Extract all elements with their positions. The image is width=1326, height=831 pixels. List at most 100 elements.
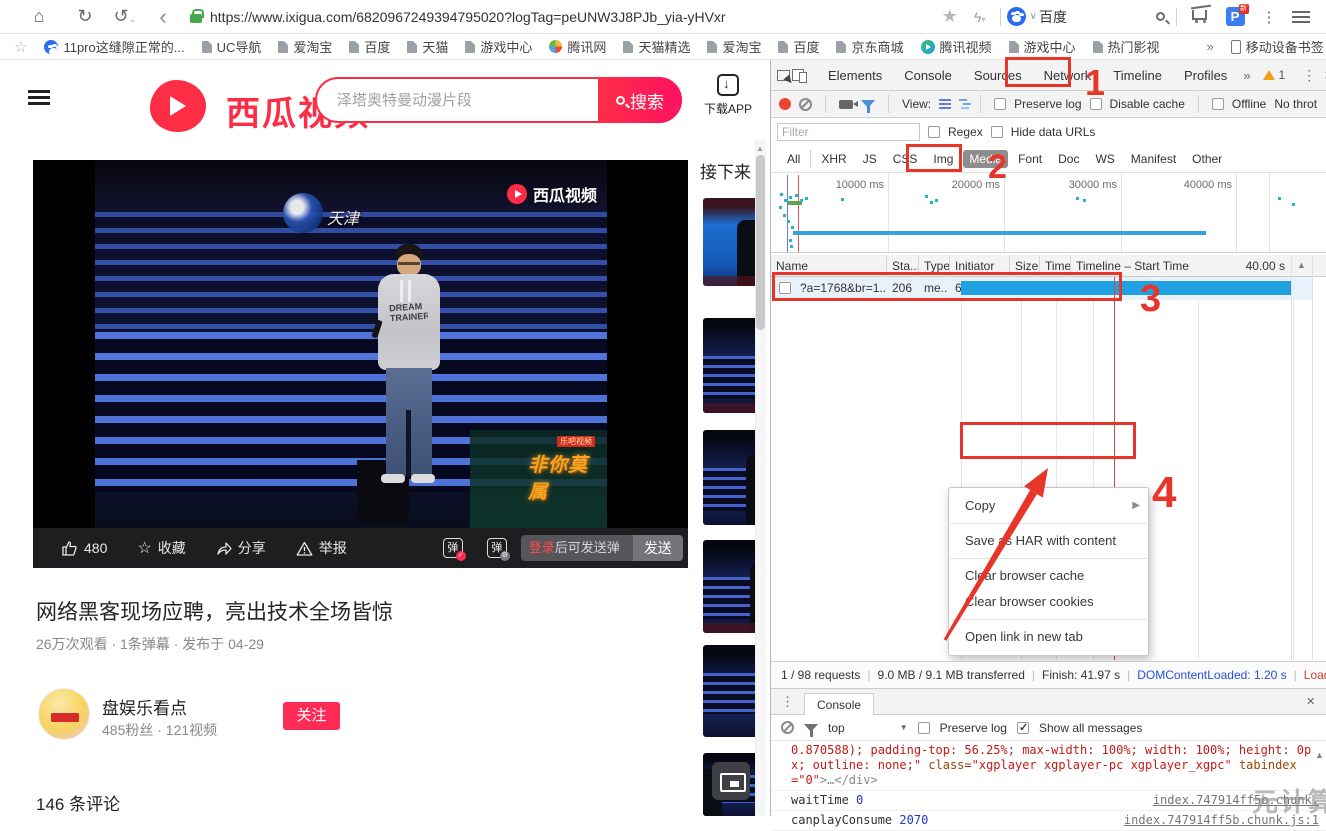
favorite-button[interactable]: ☆收藏: [137, 538, 185, 558]
col-type[interactable]: Type: [919, 255, 950, 277]
bookmark-item[interactable]: UC导航: [202, 37, 262, 56]
danmaku-send-button[interactable]: 发送: [633, 535, 683, 561]
col-initiator[interactable]: Initiator: [950, 255, 1010, 277]
disable-cache-checkbox[interactable]: [1090, 98, 1102, 110]
filter-funnel-icon[interactable]: [861, 100, 875, 108]
video-player[interactable]: 天津 西瓜视频 DREAM TRAINER 乐吧视频 非你莫属: [33, 160, 688, 528]
bookmark-item[interactable]: 热门影视: [1093, 37, 1160, 56]
source-link[interactable]: index.747914ff5b.chunk.js:1: [1124, 813, 1319, 828]
inspect-element-icon[interactable]: [777, 64, 790, 86]
filter-doc[interactable]: Doc: [1052, 150, 1085, 168]
filter-css[interactable]: CSS: [887, 150, 924, 168]
console-clear-icon[interactable]: [781, 721, 794, 734]
col-name[interactable]: Name: [771, 255, 887, 277]
tab-sources[interactable]: Sources: [964, 60, 1032, 91]
drawer-close-icon[interactable]: ×: [1306, 693, 1315, 710]
source-link[interactable]: index.747914ff5b.chunk.: [1153, 793, 1319, 808]
waterfall-view-icon[interactable]: [959, 99, 967, 101]
record-button[interactable]: [779, 98, 791, 110]
screenshot-camera-icon[interactable]: [839, 100, 853, 109]
network-filter-input[interactable]: [777, 123, 920, 141]
bookmark-item[interactable]: 百度: [349, 37, 390, 56]
baidu-engine-icon[interactable]: [1006, 6, 1028, 28]
author-name[interactable]: 盘娱乐看点: [102, 694, 187, 719]
bookmark-item[interactable]: 游戏中心: [1009, 37, 1076, 56]
filter-img[interactable]: Img: [927, 150, 959, 168]
follow-button[interactable]: 关注: [283, 702, 340, 730]
console-preserve-log-checkbox[interactable]: [918, 722, 930, 734]
filter-ws[interactable]: WS: [1089, 150, 1120, 168]
bookmarks-overflow-chevron[interactable]: »: [1207, 39, 1214, 54]
filter-xhr[interactable]: XHR: [815, 150, 852, 168]
tab-timeline[interactable]: Timeline: [1103, 60, 1172, 91]
browser-menu-icon[interactable]: [1290, 6, 1312, 28]
site-menu-icon[interactable]: [28, 90, 50, 93]
more-tabs-chevron[interactable]: »: [1239, 60, 1254, 91]
chevron-down-icon[interactable]: ∨: [1030, 11, 1037, 22]
col-status[interactable]: Sta...: [887, 255, 919, 277]
list-view-icon[interactable]: [939, 99, 951, 101]
bookmark-item[interactable]: 天猫: [407, 37, 448, 56]
filter-js[interactable]: JS: [857, 150, 883, 168]
refresh-icon[interactable]: ↻: [70, 6, 100, 27]
tab-network[interactable]: Network: [1034, 60, 1102, 91]
preserve-log-checkbox[interactable]: [994, 98, 1006, 110]
download-app[interactable]: 下载APP: [700, 74, 756, 117]
regex-checkbox[interactable]: [928, 126, 940, 138]
filter-font[interactable]: Font: [1012, 150, 1048, 168]
col-time[interactable]: Time: [1040, 255, 1071, 277]
home-icon[interactable]: ⌂: [24, 6, 54, 27]
undo-icon[interactable]: ↺⌄: [110, 6, 140, 27]
bookmark-item[interactable]: 腾讯网: [549, 37, 606, 56]
search-engine-label[interactable]: 百度: [1039, 7, 1149, 27]
bookmark-item[interactable]: 百度: [778, 37, 819, 56]
site-search-box[interactable]: 搜索: [315, 77, 682, 123]
more-vert-icon[interactable]: ⋮: [1254, 8, 1284, 26]
tab-console[interactable]: Console: [894, 60, 962, 91]
search-icon[interactable]: [1149, 6, 1171, 28]
danmaku-toggle-icon[interactable]: 弹✓: [443, 538, 463, 558]
scroll-up-arrow[interactable]: ▲: [1297, 260, 1306, 270]
filter-media[interactable]: Media: [963, 150, 1008, 168]
back-icon[interactable]: ‹: [148, 4, 178, 30]
bookmark-item[interactable]: 爱淘宝: [278, 37, 332, 56]
bookmark-item[interactable]: 爱淘宝: [707, 37, 761, 56]
col-size[interactable]: Size: [1010, 255, 1040, 277]
bookmark-item[interactable]: 天猫精选: [623, 37, 690, 56]
console-filter-icon[interactable]: [804, 724, 818, 732]
warnings-badge[interactable]: 1: [1263, 68, 1286, 82]
console-drawer-tab[interactable]: Console: [804, 693, 874, 715]
row-checkbox[interactable]: [779, 282, 791, 294]
console-message[interactable]: waitTime 0index.747914ff5b.chunk.: [771, 791, 1326, 811]
drawer-more-icon[interactable]: ⋮: [781, 694, 794, 710]
bookmark-item[interactable]: 京东商城: [836, 37, 903, 56]
clear-button[interactable]: [799, 98, 812, 111]
author-avatar[interactable]: [38, 688, 90, 740]
plugin-icon[interactable]: P新: [1224, 6, 1246, 28]
bookmark-item[interactable]: 11pro这缝隙正常的...: [44, 37, 184, 56]
mobile-bookmarks[interactable]: 移动设备书签: [1231, 37, 1324, 56]
device-toolbar-icon[interactable]: [792, 64, 804, 86]
throttling-dropdown[interactable]: No throt: [1274, 97, 1317, 111]
show-all-messages-checkbox[interactable]: [1017, 722, 1029, 734]
filter-all[interactable]: All: [781, 150, 806, 168]
address-bar[interactable]: https://www.ixigua.com/68209672493947950…: [178, 9, 935, 25]
bookmark-star-icon[interactable]: ★: [935, 6, 965, 27]
site-search-button[interactable]: 搜索: [598, 77, 682, 123]
filter-other[interactable]: Other: [1186, 150, 1228, 168]
cart-icon[interactable]: [1188, 6, 1210, 28]
bookmark-item[interactable]: 腾讯视频: [921, 37, 992, 56]
like-button[interactable]: 480: [61, 540, 107, 556]
network-overview[interactable]: 10000 ms 20000 ms 30000 ms 40000 ms: [771, 172, 1326, 253]
danmaku-settings-icon[interactable]: 弹⚙: [487, 538, 507, 558]
request-name[interactable]: ?a=1768&br=1...: [795, 277, 887, 300]
danmaku-input[interactable]: 登录后可发送弹: [521, 535, 633, 561]
console-message[interactable]: 0.870588); padding-top: 56.25%; max-widt…: [771, 741, 1326, 791]
hide-data-urls-checkbox[interactable]: [991, 126, 1003, 138]
console-scroll-up-arrow[interactable]: ▲: [1315, 750, 1324, 760]
site-search-input[interactable]: [337, 83, 592, 117]
offline-checkbox[interactable]: [1212, 98, 1224, 110]
filter-manifest[interactable]: Manifest: [1125, 150, 1182, 168]
tab-elements[interactable]: Elements: [818, 60, 892, 91]
execution-context-dropdown[interactable]: top▼: [828, 721, 908, 735]
